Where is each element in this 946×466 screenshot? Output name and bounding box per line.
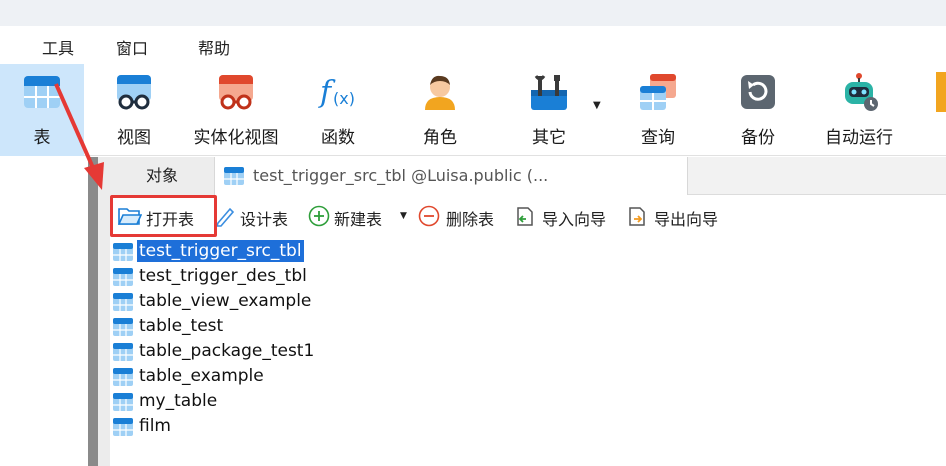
menu-item-tools[interactable]: 工具 (42, 35, 74, 59)
new-table-dropdown-caret-icon[interactable]: ▼ (400, 211, 407, 221)
table-list-item[interactable]: my_table (110, 389, 510, 414)
design-table-button[interactable]: 设计表 (214, 202, 306, 230)
toolbar-backup-label: 备份 (741, 128, 775, 148)
table-name: table_package_test1 (139, 341, 315, 361)
navigation-pane (0, 157, 88, 466)
toolbar-function-button[interactable]: f (x) 函数 (302, 64, 374, 156)
new-table-label: 新建表 (334, 210, 383, 229)
table-icon (113, 243, 133, 261)
toolbar-view-button[interactable]: 视图 (98, 64, 170, 156)
export-wizard-button[interactable]: 导出向导 (626, 202, 736, 230)
table-list-item[interactable]: table_example (110, 364, 510, 389)
table-icon (224, 167, 244, 185)
table-name: film (139, 416, 171, 436)
toolbar-materialized-view-button[interactable]: 实体化视图 (184, 64, 288, 156)
main-toolbar: 表 视图 实体化视图 f (x) 函数 角色 其它 ▼ 查询 备份 自动运行 (0, 64, 946, 156)
toolbar-role-button[interactable]: 角色 (404, 64, 476, 156)
table-icon (113, 268, 133, 286)
user-role-icon (425, 75, 455, 110)
table-list-item[interactable]: table_package_test1 (110, 339, 510, 364)
view-icon (117, 75, 151, 110)
table-name: my_table (139, 391, 218, 411)
function-icon: f (x) (318, 75, 355, 110)
toolbar-other-label: 其它 (532, 128, 566, 148)
menu-item-window[interactable]: 窗口 (116, 35, 148, 59)
toolbar-materialized-view-label: 实体化视图 (193, 128, 279, 148)
pencil-icon (215, 207, 235, 227)
plus-circle-icon (308, 205, 330, 227)
table-list-item[interactable]: table_view_example (110, 289, 510, 314)
import-wizard-label: 导入向导 (542, 210, 607, 229)
tab-table-document[interactable]: test_trigger_src_tbl @Luisa.public (... (214, 157, 688, 195)
table-icon (113, 293, 133, 311)
table-name: test_trigger_src_tbl (137, 240, 304, 262)
table-icon (113, 393, 133, 411)
export-icon (629, 207, 645, 226)
title-bar (0, 0, 946, 26)
toolbar-automation-button[interactable]: 自动运行 (816, 64, 902, 156)
delete-table-button[interactable]: 删除表 (418, 202, 514, 230)
export-wizard-label: 导出向导 (654, 210, 719, 229)
toolbar-role-label: 角色 (423, 128, 457, 148)
table-list-item[interactable]: film (110, 414, 510, 439)
table-name: table_example (139, 366, 264, 386)
toolbar-query-button[interactable]: 查询 (622, 64, 694, 156)
new-table-button[interactable]: 新建表 (308, 202, 408, 230)
toolbar-other-button[interactable]: 其它 (510, 64, 588, 156)
table-icon (113, 368, 133, 386)
table-name: table_view_example (139, 291, 312, 311)
delete-table-label: 删除表 (446, 210, 495, 229)
table-list-item[interactable]: table_test (110, 314, 510, 339)
design-table-label: 设计表 (240, 210, 289, 229)
query-icon (640, 74, 676, 110)
menu-bar: ​ 工具 窗口 帮助 (0, 26, 946, 64)
other-dropdown-caret-icon[interactable]: ▼ (593, 100, 601, 111)
menu-item-help[interactable]: 帮助 (198, 35, 230, 59)
import-icon (517, 207, 533, 226)
backup-icon (741, 75, 775, 109)
toolbar-table-label: 表 (33, 128, 51, 148)
open-table-highlight-box (110, 195, 217, 237)
toolbar-backup-button[interactable]: 备份 (722, 64, 794, 156)
tools-icon (531, 75, 567, 110)
toolbar-function-label: 函数 (321, 128, 355, 148)
table-name: table_test (139, 316, 224, 336)
tab-objects[interactable]: 对象 (110, 157, 214, 195)
svg-text:(x): (x) (333, 89, 355, 108)
toolbar-view-label: 视图 (117, 128, 151, 148)
toolbar-next-button-partial[interactable] (936, 72, 946, 112)
minus-circle-icon (418, 205, 440, 227)
object-toolbar: 打开表 设计表 新建表 ▼ 删除表 导入向导 导出向导 (110, 196, 946, 236)
table-list-item[interactable]: test_trigger_des_tbl (110, 264, 510, 289)
table-list: test_trigger_src_tbl test_trigger_des_tb… (110, 237, 946, 466)
table-icon (24, 76, 60, 108)
pane-gutter (98, 157, 110, 466)
table-name: test_trigger_des_tbl (139, 266, 307, 286)
tab-title: test_trigger_src_tbl @Luisa.public (... (253, 166, 549, 185)
table-icon (113, 318, 133, 336)
import-wizard-button[interactable]: 导入向导 (514, 202, 624, 230)
robot-icon (845, 73, 878, 111)
toolbar-query-label: 查询 (641, 128, 675, 148)
toolbar-table-button[interactable]: 表 (0, 64, 84, 156)
table-icon (113, 418, 133, 436)
tab-bar: 对象 test_trigger_src_tbl @Luisa.public (.… (110, 157, 946, 195)
pane-splitter[interactable] (88, 157, 98, 466)
materialized-view-icon (219, 75, 253, 110)
table-list-item[interactable]: test_trigger_src_tbl (110, 239, 510, 264)
table-icon (113, 343, 133, 361)
toolbar-automation-label: 自动运行 (825, 128, 893, 148)
